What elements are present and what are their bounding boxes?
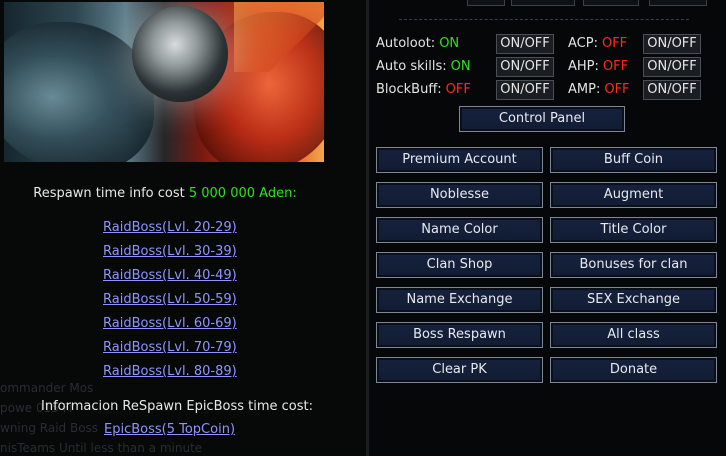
option-row: Auto skills: ON ON/OFF AHP: OFF ON/OFF [376,57,721,77]
all-class-button[interactable]: All class [550,322,717,348]
chat-line: nisTeams Until less than a minute [0,441,203,455]
respawn-info-panel: ommander Mos powe 015 Fr wning Raid Boss… [0,0,367,456]
noblesse-button[interactable]: Noblesse [376,182,543,208]
name-exchange-button[interactable]: Name Exchange [376,287,543,313]
buff-coin-button[interactable]: Buff Coin [550,147,717,173]
raidboss-lvl-70-79-link[interactable]: RaidBoss(Lvl. 70-79) [103,340,237,355]
amp-status: OFF [604,82,630,97]
blockbuff-toggle-button[interactable]: ON/OFF [496,80,554,100]
auto-skills-label: Auto skills: ON [376,59,471,74]
blockbuff-label: BlockBuff: OFF [376,82,471,97]
top-cut-button[interactable] [649,0,707,6]
autoloot-status: ON [439,36,460,51]
raidboss-lvl-80-89-link[interactable]: RaidBoss(Lvl. 80-89) [103,364,237,379]
respawn-cost-text: Respawn time info cost 5 000 000 Aden: [0,186,330,201]
dragon-wing-art [234,2,324,72]
raidboss-lvl-40-49-link[interactable]: RaidBoss(Lvl. 40-49) [103,268,237,283]
autoloot-toggle-button[interactable]: ON/OFF [496,34,554,54]
acp-toggle-button[interactable]: ON/OFF [643,34,701,54]
raidboss-lvl-30-39-link[interactable]: RaidBoss(Lvl. 30-39) [103,244,237,259]
epic-boss-info-text: Informacion ReSpawn EpicBoss time cost: [41,399,313,414]
blue-dragon-art [4,22,154,162]
augment-button[interactable]: Augment [550,182,717,208]
amp-toggle-button[interactable]: ON/OFF [643,80,701,100]
raidboss-lvl-50-59-link[interactable]: RaidBoss(Lvl. 50-59) [103,292,237,307]
bonuses-for-clan-button[interactable]: Bonuses for clan [550,252,717,278]
top-cut-button[interactable] [583,0,639,6]
acp-label: ACP: OFF [568,36,628,51]
option-row: BlockBuff: OFF ON/OFF AMP: OFF ON/OFF [376,80,721,100]
dragon-banner-image [4,2,324,162]
raidboss-lvl-20-29-link[interactable]: RaidBoss(Lvl. 20-29) [103,220,237,235]
amp-label: AMP: OFF [568,82,630,97]
planet-art [132,6,228,102]
top-cut-button[interactable] [511,0,575,6]
respawn-cost-colon: : [292,186,297,201]
blockbuff-status: OFF [445,82,471,97]
title-color-button[interactable]: Title Color [550,217,717,243]
name-color-button[interactable]: Name Color [376,217,543,243]
clan-shop-button[interactable]: Clan Shop [376,252,543,278]
raid-boss-link-list: RaidBoss(Lvl. 20-29) RaidBoss(Lvl. 30-39… [103,219,237,387]
ahp-label: AHP: OFF [568,59,629,74]
top-cut-button[interactable] [467,0,505,6]
ahp-status: OFF [602,59,629,74]
option-row: Autoloot: ON ON/OFF ACP: OFF ON/OFF [376,34,721,54]
autoloot-label: Autoloot: ON [376,36,460,51]
auto-skills-status: ON [450,59,471,74]
respawn-cost-label: Respawn time info cost [33,186,189,201]
boss-respawn-button[interactable]: Boss Respawn [376,322,543,348]
respawn-cost-value: 5 000 000 Aden [188,186,293,201]
control-panel: Autoloot: ON ON/OFF ACP: OFF ON/OFF Auto s… [369,0,726,456]
acp-status: OFF [601,36,628,51]
ahp-toggle-button[interactable]: ON/OFF [643,57,701,77]
sex-exchange-button[interactable]: SEX Exchange [550,287,717,313]
background-chat-text: ommander Mos powe 015 Fr wning Raid Boss… [0,378,360,456]
clear-pk-button[interactable]: Clear PK [376,357,543,383]
control-panel-button[interactable]: Control Panel [459,106,625,132]
donate-button[interactable]: Donate [550,357,717,383]
auto-skills-toggle-button[interactable]: ON/OFF [496,57,554,77]
raidboss-lvl-60-69-link[interactable]: RaidBoss(Lvl. 60-69) [103,316,237,331]
epic-boss-link[interactable]: EpicBoss(5 TopCoin) [104,422,235,437]
separator-line [399,19,689,20]
premium-account-button[interactable]: Premium Account [376,147,543,173]
